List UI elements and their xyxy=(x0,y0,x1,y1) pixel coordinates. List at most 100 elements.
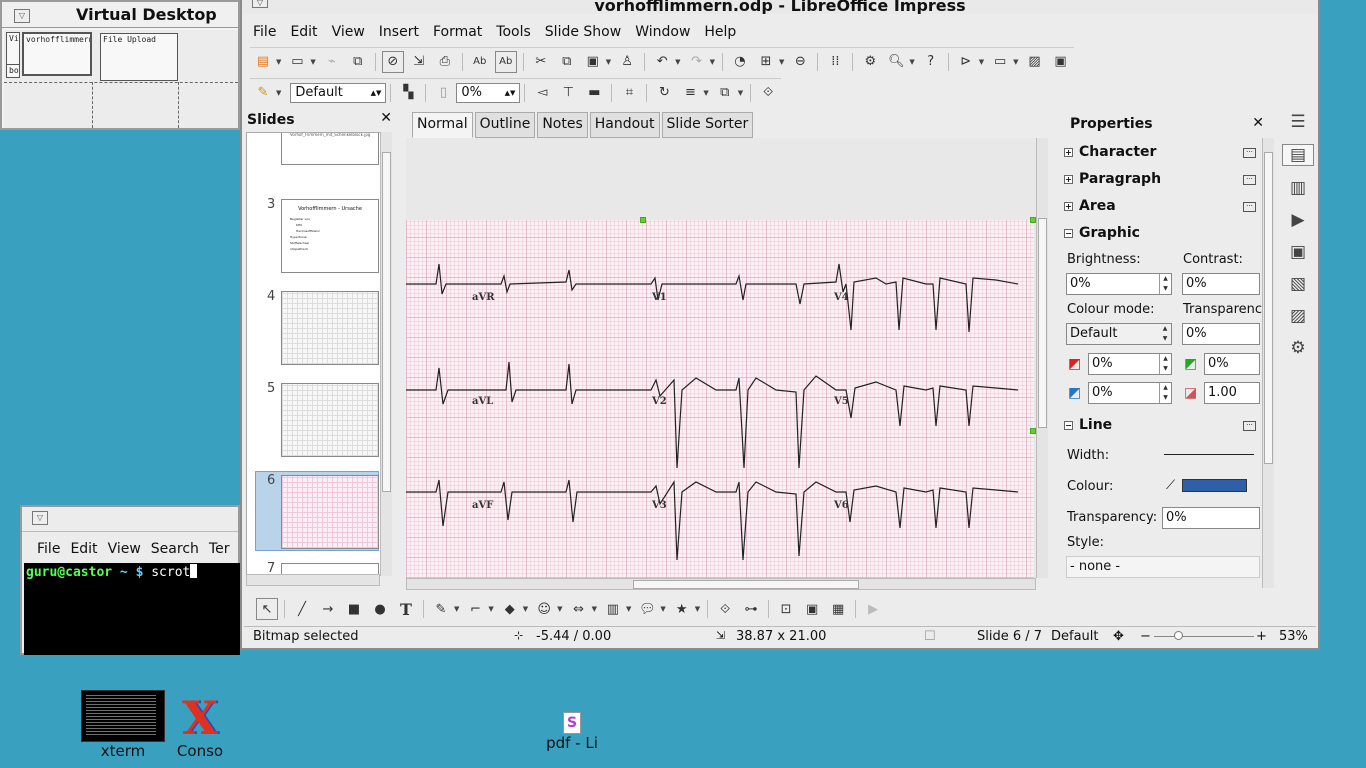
terminal-menu-file[interactable]: File xyxy=(32,541,65,557)
dropdown-arrow-icon[interactable]: ▼ xyxy=(675,58,680,66)
styles-icon[interactable]: ▧ xyxy=(1282,274,1314,294)
section-area[interactable]: + Area xyxy=(1064,198,1116,214)
terminal-menu-view[interactable]: View xyxy=(103,541,146,557)
points-icon[interactable]: ⟐ xyxy=(757,82,779,104)
window-menu-icon[interactable]: ▽ xyxy=(252,0,268,8)
dropdown-arrow-icon[interactable]: ▼ xyxy=(276,89,281,97)
status-zoom[interactable]: 53% xyxy=(1279,629,1308,644)
menu-file[interactable]: File xyxy=(246,22,283,44)
rotate-icon[interactable]: ↻ xyxy=(653,82,675,104)
tab-handout[interactable]: Handout xyxy=(589,112,660,138)
window-menu-icon[interactable]: ▽ xyxy=(14,9,30,23)
dropdown-arrow-icon[interactable]: ▼ xyxy=(660,605,665,613)
grid-icon[interactable]: ⁞⁞ xyxy=(824,51,846,73)
section-line[interactable]: − Line xyxy=(1064,417,1112,433)
canvas-hscrollbar[interactable] xyxy=(406,578,1036,590)
spin-arrows-icon[interactable]: ▲ ▼ xyxy=(1159,274,1171,294)
menu-help[interactable]: Help xyxy=(697,22,743,44)
ecg-image[interactable]: aVR V1 V4 aVL V2 V5 aVF V3 V6 xyxy=(406,220,1034,578)
display-icon[interactable]: ▣ xyxy=(1050,51,1072,73)
contrast-field[interactable]: 0% xyxy=(1182,273,1260,295)
more-options-icon[interactable]: ··· xyxy=(1243,175,1256,185)
terminal-screen[interactable]: guru@castor ~ $ scrot xyxy=(24,563,240,655)
zoom-out-icon[interactable]: − xyxy=(1140,629,1151,644)
dropdown-arrow-icon[interactable]: ▼ xyxy=(454,605,459,613)
menu-tools[interactable]: Tools xyxy=(489,22,538,44)
slides-hscrollbar[interactable] xyxy=(246,574,380,586)
fontwork-icon[interactable]: ⊡ xyxy=(775,598,797,620)
slide-layout-icon[interactable]: ▭ xyxy=(989,51,1011,73)
dropdown-arrow-icon[interactable]: ▼ xyxy=(779,58,784,66)
save-icon[interactable]: ⌁ xyxy=(321,51,343,73)
align-icon[interactable]: ≡ xyxy=(679,82,701,104)
slide-thumbnail-3[interactable]: Vorhofflimmern - Ursache Begleiter von K… xyxy=(281,199,379,273)
line-icon[interactable]: ╱ xyxy=(291,598,313,620)
more-options-icon[interactable]: ··· xyxy=(1243,202,1256,212)
redo-icon[interactable]: ↷ xyxy=(686,51,708,73)
graphics-mode-select[interactable]: Default ▲▼ xyxy=(290,82,387,103)
menu-slide-show[interactable]: Slide Show xyxy=(538,22,628,44)
dropdown-arrow-icon[interactable]: ▼ xyxy=(710,58,715,66)
tab-normal[interactable]: Normal xyxy=(412,112,473,138)
edit-mode-icon[interactable]: ⊘ xyxy=(381,50,404,73)
dropdown-arrow-icon[interactable]: ▼ xyxy=(738,89,743,97)
filter-icon[interactable]: ▚ xyxy=(397,82,419,104)
arrange-icon[interactable]: ⧉ xyxy=(714,82,736,104)
selection-handle[interactable] xyxy=(640,217,646,223)
red-field[interactable]: 0% ▲ ▼ xyxy=(1088,353,1172,375)
rectangle-icon[interactable]: ■ xyxy=(343,598,365,620)
slide-transition-icon[interactable]: ▥ xyxy=(1282,178,1314,198)
gamma-field[interactable]: 1.00 xyxy=(1204,382,1260,404)
export-icon[interactable]: ⧉ xyxy=(347,51,369,73)
frame-icon[interactable]: ▬ xyxy=(583,82,605,104)
media-icon[interactable]: ▦ xyxy=(827,598,849,620)
properties-deck-icon[interactable]: ▤ xyxy=(1282,144,1314,166)
master-slide-icon[interactable]: ▨ xyxy=(1024,51,1046,73)
connector-icon[interactable]: ⌐ xyxy=(464,598,486,620)
menu-window[interactable]: Window xyxy=(628,22,697,44)
section-graphic[interactable]: − Graphic xyxy=(1064,225,1140,241)
window-menu-icon[interactable]: ▽ xyxy=(32,511,48,525)
arrow-icon[interactable]: → xyxy=(317,598,339,620)
desktop-icon-pdf[interactable]: S pdf - Li xyxy=(540,712,604,752)
export-pdf-icon[interactable]: ⇲ xyxy=(408,51,430,73)
curve-icon[interactable]: ✎ xyxy=(430,598,452,620)
slides-scrollbar[interactable] xyxy=(380,132,392,576)
block-arrows-icon[interactable]: ⇔ xyxy=(568,598,590,620)
menu-format[interactable]: Format xyxy=(426,22,489,44)
new-document-icon[interactable]: ▤ xyxy=(252,51,274,73)
status-master[interactable]: Default xyxy=(1051,629,1099,644)
dropdown-arrow-icon[interactable]: ▼ xyxy=(979,58,984,66)
dropdown-arrow-icon[interactable]: ▼ xyxy=(310,58,315,66)
close-icon[interactable]: ✕ xyxy=(1252,115,1264,131)
flowchart-icon[interactable]: ▥ xyxy=(602,598,624,620)
spin-arrows-icon[interactable]: ▲ ▼ xyxy=(1159,354,1171,374)
section-character[interactable]: + Character xyxy=(1064,144,1156,160)
callouts-icon[interactable]: 💬︎ xyxy=(636,598,658,620)
section-paragraph[interactable]: + Paragraph xyxy=(1064,171,1161,187)
pager-window-thumb[interactable]: vorhofflimmern xyxy=(22,32,92,76)
graphic-transparency-field[interactable]: 0% xyxy=(1182,323,1260,345)
basic-shapes-icon[interactable]: ◆ xyxy=(499,598,521,620)
scrollbar-thumb[interactable] xyxy=(382,152,391,492)
more-options-icon[interactable]: ··· xyxy=(1243,421,1256,431)
menu-insert[interactable]: Insert xyxy=(372,22,426,44)
hyperlink-icon[interactable]: ⊖ xyxy=(789,51,811,73)
dropdown-arrow-icon[interactable]: ▼ xyxy=(523,605,528,613)
spellcheck-icon[interactable]: Ab xyxy=(469,51,491,73)
scrollbar-thumb[interactable] xyxy=(1264,152,1273,464)
start-presentation-icon[interactable]: ⊳ xyxy=(955,51,977,73)
help-icon[interactable]: ? xyxy=(920,51,942,73)
crop-icon[interactable]: ⌗ xyxy=(618,82,640,104)
slide-thumbnail-5[interactable] xyxy=(281,383,379,457)
menu-edit[interactable]: Edit xyxy=(283,22,324,44)
line-transparency-field[interactable]: 0% xyxy=(1162,507,1260,529)
brightness-field[interactable]: 0% ▲ ▼ xyxy=(1066,273,1172,295)
spin-arrows-icon[interactable]: ▲ ▼ xyxy=(1159,324,1171,344)
autospellcheck-icon[interactable]: Ab xyxy=(494,50,517,73)
slide-list[interactable]: Vorhof_Flimmern_mit_Schenkelblock.jpg 3 … xyxy=(246,132,382,576)
zoom-slider-knob[interactable] xyxy=(1174,631,1183,640)
sidebar-menu-icon[interactable]: ☰ xyxy=(1282,112,1314,132)
terminal-menu-edit[interactable]: Edit xyxy=(65,541,102,557)
canvas-vscrollbar[interactable] xyxy=(1036,138,1048,578)
